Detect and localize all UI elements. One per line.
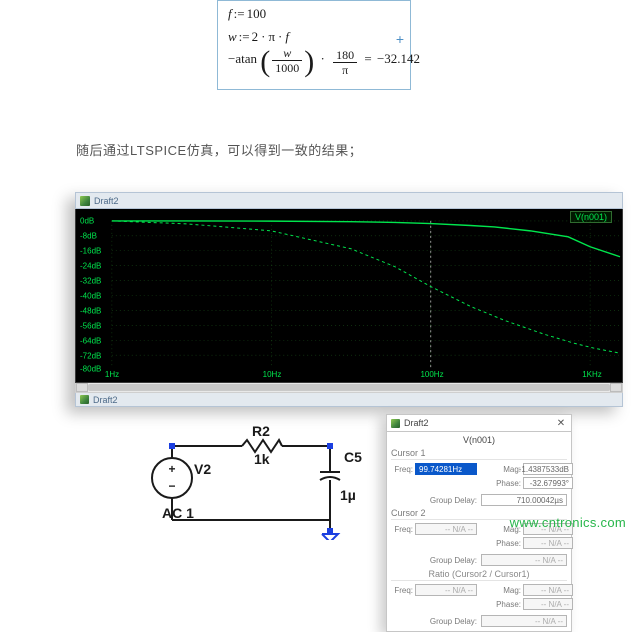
ratio-mag: -- N/A -- (523, 584, 573, 596)
eq-assign-2: := (237, 29, 252, 44)
chart-svg (76, 209, 622, 382)
label-freq: Freq: (391, 525, 413, 534)
eq-frac1-den: 1000 (272, 61, 302, 75)
eq-equals: = (362, 51, 377, 66)
resistor-value: 1k (254, 451, 270, 467)
eq-w-var: f (285, 29, 289, 44)
eq-frac2-den: π (339, 63, 351, 77)
x-tick: 10Hz (263, 370, 282, 379)
eq-dot-1: · (258, 29, 268, 44)
cursor1-grid: Freq: 99.74281Hz Mag: -1.4387533dB Phase… (391, 459, 567, 492)
eq-atan-label: atan (235, 51, 257, 66)
x-tick: 1Hz (105, 370, 119, 379)
eq-lparen: ( (260, 47, 270, 77)
math-cursor-icon: + (396, 31, 404, 47)
resistor-name: R2 (252, 423, 270, 439)
source-name: V2 (194, 461, 211, 477)
equation-block: f:=100 w:=2·π·f −atan ( w 1000 ) · 180 π… (217, 0, 411, 90)
cursor2-gd-row: Group Delay: -- N/A -- (391, 552, 567, 566)
ratio-phase: -- N/A -- (523, 598, 573, 610)
eq-f-value: 100 (247, 6, 267, 21)
circuit-svg: + − V2 AC 1 R2 1k C5 1µ (134, 420, 370, 540)
eq-frac-1: w 1000 (272, 46, 302, 75)
ltspice-icon (80, 395, 89, 404)
eq-frac1-num: w (280, 46, 294, 60)
eq-atan-arg: ( w 1000 ) (260, 45, 314, 75)
eq-frac2-num: 180 (333, 48, 357, 62)
cursor-window-title: Draft2 (404, 418, 429, 428)
y-tick: -32dB (80, 277, 101, 286)
eq-w-symbol: w (228, 29, 237, 44)
chart-title-2: Draft2 (93, 395, 118, 405)
label-gd: Group Delay: (391, 496, 477, 505)
body-paragraph: 随后通过LTSPICE仿真，可以得到一致的结果； (76, 140, 362, 159)
y-tick: 0dB (80, 217, 94, 226)
eq-result: −32.142 (377, 51, 420, 66)
close-icon[interactable]: ✕ (555, 417, 567, 429)
label-freq: Freq: (391, 586, 413, 595)
label-freq: Freq: (391, 465, 413, 474)
label-phase: Phase: (479, 539, 521, 548)
ratio-gd: -- N/A -- (481, 615, 567, 627)
eq-assign-1: := (232, 6, 247, 21)
cursor2-gd: -- N/A -- (481, 554, 567, 566)
source-setting: AC 1 (162, 505, 194, 521)
capacitor-name: C5 (344, 449, 362, 465)
ratio-header: Ratio (Cursor2 / Cursor1) (391, 566, 567, 580)
svg-text:+: + (168, 462, 175, 476)
cursor1-freq[interactable]: 99.74281Hz (415, 463, 477, 475)
label-gd: Group Delay: (391, 556, 477, 565)
ratio-freq: -- N/A -- (415, 584, 477, 596)
cursor2-freq: -- N/A -- (415, 523, 477, 535)
cursor1-phase: -32.67993° (523, 477, 573, 489)
cursor1-mag: -1.4387533dB (523, 463, 573, 475)
label-mag: Mag: (479, 465, 521, 474)
equation-line-2: w:=2·π·f (228, 29, 289, 45)
capacitor-value: 1µ (340, 487, 356, 503)
eq-frac-2: 180 π (333, 48, 357, 77)
cursor1-gd: 710.00042µs (481, 494, 567, 506)
cursor1-header: Cursor 1 (391, 446, 567, 459)
label-mag: Mag: (479, 586, 521, 595)
chart-title: Draft2 (94, 196, 119, 206)
equation-line-1: f:=100 (228, 6, 266, 22)
label-phase: Phase: (479, 479, 521, 488)
label-gd: Group Delay: (391, 617, 477, 626)
eq-rparen: ) (304, 47, 314, 77)
cursor-window-body: V(n001) Cursor 1 Freq: 99.74281Hz Mag: -… (387, 432, 571, 631)
eq-dot-3: · (318, 51, 328, 66)
eq-dot-2: · (275, 29, 285, 44)
chart-titlebar[interactable]: Draft2 (75, 192, 623, 209)
ratio-grid: Freq: -- N/A -- Mag: -- N/A -- Phase: --… (391, 580, 567, 613)
x-tick: 100Hz (420, 370, 443, 379)
y-tick: -8dB (80, 232, 97, 241)
chart-plot-area[interactable]: V(n001) (75, 209, 623, 383)
cursor1-gd-row: Group Delay: 710.00042µs (391, 492, 567, 506)
equation-line-3: −atan ( w 1000 ) · 180 π = −32.142 (228, 45, 420, 75)
y-tick: -40dB (80, 292, 101, 301)
y-tick: -24dB (80, 262, 101, 271)
ltspice-icon (391, 419, 400, 428)
y-tick: -72dB (80, 352, 101, 361)
ratio-gd-row: Group Delay: -- N/A -- (391, 613, 567, 627)
label-phase: Phase: (479, 600, 521, 609)
ltspice-chart-window: Draft2 V(n001) (75, 192, 623, 407)
scrollbar-thumb[interactable] (88, 384, 610, 391)
circuit-schematic: + − V2 AC 1 R2 1k C5 1µ (134, 420, 370, 540)
y-tick: -16dB (80, 247, 101, 256)
y-tick: -80dB (80, 365, 101, 374)
y-tick: -48dB (80, 307, 101, 316)
y-tick: -64dB (80, 337, 101, 346)
y-tick: -56dB (80, 322, 101, 331)
chart-titlebar-secondary[interactable]: Draft2 (75, 393, 623, 407)
x-tick: 1KHz (582, 370, 602, 379)
svg-text:−: − (168, 479, 175, 493)
cursor2-phase: -- N/A -- (523, 537, 573, 549)
chart-scrollbar[interactable] (75, 383, 623, 393)
ltspice-icon (80, 196, 90, 206)
watermark: www.cntronics.com (510, 515, 626, 530)
cursor-window-titlebar[interactable]: Draft2 ✕ (387, 415, 571, 432)
cursor-node-name: V(n001) (391, 434, 567, 446)
